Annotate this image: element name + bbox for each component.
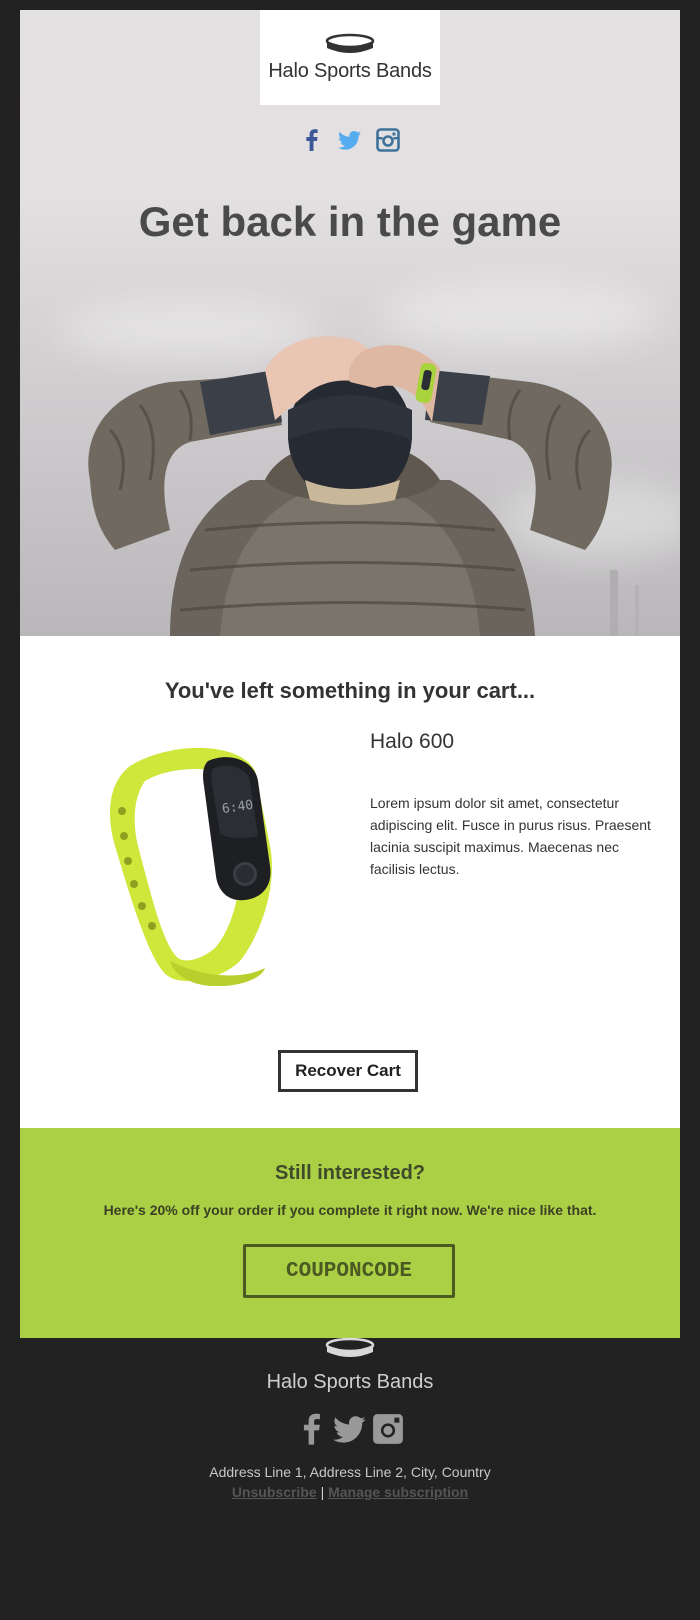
manage-subscription-link[interactable]: Manage subscription xyxy=(328,1484,468,1500)
recover-cart-button[interactable]: Recover Cart xyxy=(278,1050,418,1092)
cart-section: You've left something in your cart... 6:… xyxy=(20,636,680,1128)
coupon-title: Still interested? xyxy=(274,1162,426,1184)
footer-brand-name: Halo Sports Bands xyxy=(266,1371,434,1393)
facebook-icon[interactable] xyxy=(300,128,324,152)
hero-banner: Halo Sports Bands Get back in the game xyxy=(20,10,680,636)
footer-link-separator: | xyxy=(320,1484,325,1500)
logo-box[interactable]: Halo Sports Bands xyxy=(260,10,440,105)
hero-title: Get back in the game xyxy=(138,198,562,245)
unsubscribe-link[interactable]: Unsubscribe xyxy=(232,1484,317,1500)
coupon-text: Here's 20% off your order if you complet… xyxy=(103,1202,597,1218)
cart-heading: You've left something in your cart... xyxy=(164,678,536,703)
brand-name: Halo Sports Bands xyxy=(268,60,432,82)
footer-links: Unsubscribe | Manage subscription xyxy=(0,1484,700,1500)
instagram-icon[interactable] xyxy=(376,128,400,152)
footer-band-logo-icon[interactable] xyxy=(324,1336,376,1362)
footer: Halo Sports Bands Address Line 1, Addres… xyxy=(0,1336,700,1500)
product-image[interactable]: 6:40 xyxy=(90,736,290,986)
footer-twitter-icon[interactable] xyxy=(333,1412,367,1446)
email-body: Halo Sports Bands Get back in the game Y… xyxy=(20,10,680,1338)
coupon-section: Still interested? Here's 20% off your or… xyxy=(20,1128,680,1338)
footer-address: Address Line 1, Address Line 2, City, Co… xyxy=(209,1464,491,1480)
footer-social-links xyxy=(0,1412,700,1446)
footer-instagram-icon[interactable] xyxy=(371,1412,405,1446)
hero-social-links xyxy=(20,128,680,152)
product-name: Halo 600 xyxy=(370,730,455,753)
coupon-code-box[interactable]: COUPONCODE xyxy=(243,1244,455,1298)
twitter-icon[interactable] xyxy=(338,128,362,152)
product-description: Lorem ipsum dolor sit amet, consectetur … xyxy=(370,795,651,877)
footer-facebook-icon[interactable] xyxy=(295,1412,329,1446)
band-logo-icon xyxy=(325,33,375,53)
